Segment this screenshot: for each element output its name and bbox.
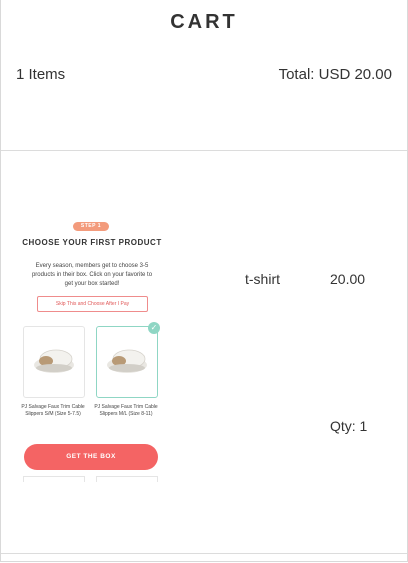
skip-button: Skip This and Choose After I Pay [37,296,148,312]
items-count: 1 Items [16,66,66,83]
product-caption: PJ Salvage Faux Trim Cable Slippers S/M … [21,404,85,417]
check-icon: ✓ [148,322,160,334]
product-card [23,326,85,398]
product-card-peek [96,476,158,482]
step-badge: STEP 1 [73,222,109,231]
page-title: CART [170,11,238,33]
item-name[interactable]: t-shirt [245,271,280,287]
product-caption: PJ Salvage Faux Trim Cable Slippers M/L … [94,404,158,417]
slipper-icon [107,349,147,373]
slipper-icon [34,349,74,373]
divider [1,150,407,151]
product-card-selected [96,326,158,398]
product-thumbnail[interactable]: STEP 1 CHOOSE YOUR FIRST PRODUCT Every s… [17,218,167,482]
cart-total: Total: USD 20.00 [278,66,392,83]
thumbnail-description: Every season, members get to choose 3-5 … [31,263,153,287]
divider [1,553,407,554]
item-quantity[interactable]: Qty: 1 [330,418,367,434]
thumbnail-heading: CHOOSE YOUR FIRST PRODUCT [22,238,162,247]
get-the-box-button: GET THE BOX [24,444,158,470]
item-price: 20.00 [330,271,366,287]
product-card-peek [23,476,85,482]
